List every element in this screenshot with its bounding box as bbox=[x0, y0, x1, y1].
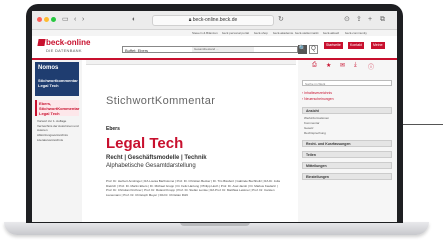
mail-icon[interactable]: ✉ bbox=[340, 62, 345, 69]
view-option[interactable]: Gesetz bbox=[304, 126, 314, 130]
address-bar[interactable]: 🔒︎ beck-online.beck.de bbox=[152, 15, 274, 26]
share-panel-header[interactable]: Teilen bbox=[302, 151, 392, 158]
settings-panel-header[interactable]: Einstellungen bbox=[302, 173, 392, 180]
reload-icon[interactable]: ↻ bbox=[278, 15, 284, 25]
editor-name: Ebers bbox=[106, 126, 120, 132]
right-sidebar: ⎙ ★ ✉ ⤓ ⓘ Suche im Werk › Inhaltsverzeic… bbox=[298, 60, 397, 222]
view-option[interactable]: Kommentar bbox=[304, 121, 320, 125]
forward-icon[interactable]: › bbox=[82, 15, 84, 25]
work-title[interactable]: Ebers, StichwortKommentar Legal Tech bbox=[35, 100, 79, 116]
close-window-button[interactable] bbox=[37, 17, 42, 22]
privacy-shield-icon[interactable]: ◐ bbox=[132, 15, 136, 25]
nomos-logo: Nomos bbox=[38, 65, 59, 71]
toc-item[interactable]: Abkürzungsverzeichnis bbox=[37, 133, 79, 137]
callout-line bbox=[402, 124, 443, 125]
site-header: beck-online DIE DATENBANK Buffet: Ebers … bbox=[32, 36, 397, 60]
share-icon[interactable]: ⇪ bbox=[356, 15, 362, 25]
toc-link[interactable]: › Inhaltsverzeichnis bbox=[302, 91, 332, 96]
news-link[interactable]: › Neuerscheinungen bbox=[302, 97, 334, 102]
new-tab-icon[interactable]: + bbox=[368, 15, 372, 25]
downloads-icon[interactable]: ⊙ bbox=[344, 15, 350, 25]
info-icon[interactable]: ⓘ bbox=[368, 62, 374, 71]
bookmark-icon[interactable]: ★ bbox=[326, 62, 331, 69]
brand-name[interactable]: beck-online bbox=[46, 38, 90, 47]
brand-subtitle: DIE DATENBANK bbox=[46, 48, 82, 53]
print-icon[interactable]: ⎙ bbox=[312, 62, 317, 69]
search-scope-select[interactable]: Gesamtbestand ... bbox=[192, 47, 254, 52]
notifications-panel-header[interactable]: Mitteilungen bbox=[302, 162, 392, 169]
book-title: Legal Tech bbox=[106, 135, 184, 152]
book-subtitle: Recht | Geschäftsmodelle | Technik bbox=[106, 155, 207, 161]
view-option[interactable]: Rechtsprechung bbox=[304, 131, 326, 135]
book-cover-thumbnail[interactable]: Nomos Stichwortkommentar Legal Tech bbox=[35, 62, 79, 96]
download-icon[interactable]: ⤓ bbox=[354, 62, 357, 69]
search-button[interactable]: 🔍 bbox=[298, 45, 307, 54]
home-button[interactable]: Startseite bbox=[324, 42, 343, 49]
toc-item[interactable]: Vorwort zur 1. Auflage bbox=[37, 119, 79, 123]
book-description: Alphabetische Gesamtdarstellung bbox=[106, 163, 196, 169]
toc-item[interactable]: Literaturverzeichnis bbox=[37, 138, 79, 142]
work-search-input[interactable]: Suche im Werk bbox=[302, 80, 392, 86]
excerpts-panel-header[interactable]: Recht- und Kurzfassungen bbox=[302, 140, 392, 147]
view-panel-header[interactable]: Ansicht bbox=[302, 107, 392, 114]
url-text: beck-online.beck.de bbox=[192, 17, 238, 23]
cover-title: Stichwortkommentar Legal Tech bbox=[38, 78, 78, 88]
tab-overview-icon[interactable]: ⧉ bbox=[380, 15, 385, 25]
laptop-screen: ▭ ‹ › ◐ 🔒︎ beck-online.beck.de ↻ ⊙ ⇪ + ⧉… bbox=[32, 11, 397, 222]
back-icon[interactable]: ‹ bbox=[74, 15, 76, 25]
minimize-window-button[interactable] bbox=[44, 17, 49, 22]
advanced-search-button[interactable]: Q bbox=[309, 45, 318, 54]
view-option[interactable]: Werkinformationen bbox=[304, 116, 329, 120]
left-sidebar: Nomos Stichwortkommentar Legal Tech Eber… bbox=[32, 60, 82, 222]
toc-item[interactable]: Verzeichnis der Autorinnen und Autoren bbox=[37, 124, 79, 132]
lock-icon: 🔒︎ bbox=[188, 17, 192, 23]
account-button[interactable]: Meine bbox=[371, 42, 385, 49]
sidebar-toggle-icon[interactable]: ▭ bbox=[62, 15, 69, 25]
author-list: Prof. Dr. Herbert Amslinger | RA Louisa … bbox=[106, 179, 280, 197]
browser-toolbar: ▭ ‹ › ◐ 🔒︎ beck-online.beck.de ↻ ⊙ ⇪ + ⧉ bbox=[32, 11, 397, 30]
beck-logo-icon bbox=[37, 39, 46, 46]
document-toolbar bbox=[86, 60, 296, 65]
maximize-window-button[interactable] bbox=[51, 17, 56, 22]
contact-button[interactable]: Kontakt bbox=[348, 42, 364, 49]
series-title: StichwortKommentar bbox=[106, 95, 216, 107]
